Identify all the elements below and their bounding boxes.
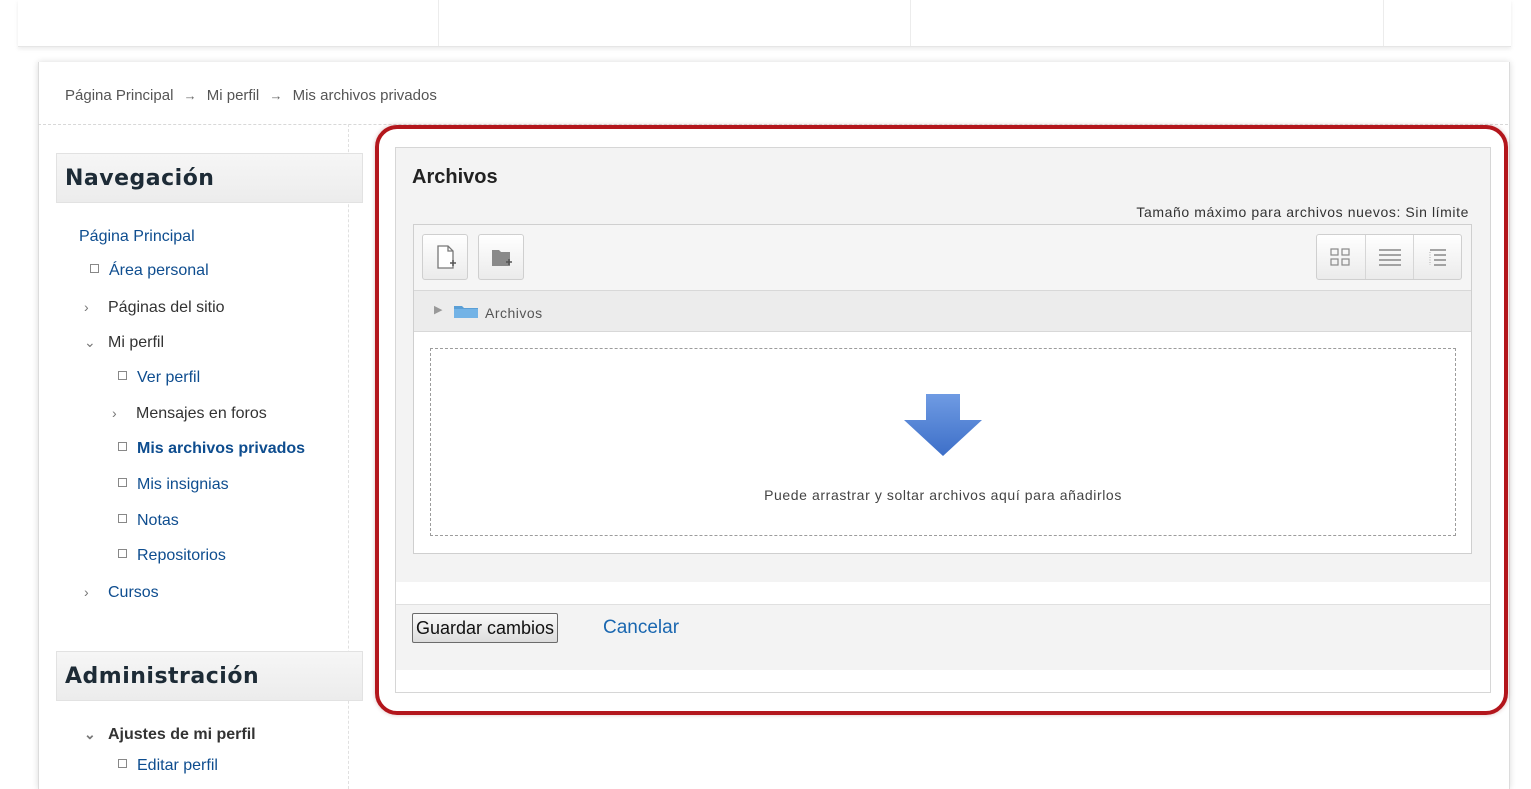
nav-item-label: Mi perfil — [108, 334, 165, 351]
nav-item-courses[interactable]: › Cursos — [84, 584, 159, 602]
bullet-icon — [118, 759, 127, 768]
nav-item-badges[interactable]: Mis insignias — [118, 476, 229, 494]
nav-item-label: Área personal — [109, 262, 209, 279]
chevron-right-icon[interactable]: › — [84, 299, 100, 315]
navigation-block-header: Navegación — [56, 153, 363, 203]
header-divider — [910, 0, 911, 46]
nav-item-label: Ajustes de mi perfil — [108, 726, 256, 743]
nav-item-private-files[interactable]: Mis archivos privados — [118, 440, 305, 458]
nav-item-label: Notas — [137, 512, 179, 529]
nav-item-dashboard[interactable]: Área personal — [90, 262, 209, 280]
nav-item-label: Mis insignias — [137, 476, 229, 493]
chevron-right-icon[interactable]: › — [112, 405, 128, 421]
chevron-right-icon[interactable]: › — [84, 584, 100, 600]
nav-item-label: Repositorios — [137, 547, 226, 564]
bullet-icon — [118, 442, 127, 451]
nav-item-home[interactable]: Página Principal — [79, 228, 195, 246]
nav-item-label: Mensajes en foros — [136, 405, 267, 422]
nav-item-edit-profile[interactable]: Editar perfil — [118, 757, 218, 775]
breadcrumb-separator: → — [269, 88, 283, 103]
nav-item-label: Cursos — [108, 584, 159, 601]
breadcrumb-separator: → — [183, 88, 197, 103]
nav-item-label: Ver perfil — [137, 369, 201, 386]
nav-item-label: Mis archivos privados — [137, 440, 306, 457]
administration-title: Administración — [65, 664, 260, 689]
bullet-icon — [118, 478, 127, 487]
nav-item-grades[interactable]: Notas — [118, 512, 179, 530]
nav-item-view-profile[interactable]: Ver perfil — [118, 369, 200, 387]
nav-item-label: Páginas del sitio — [108, 299, 225, 316]
nav-item-label: Editar perfil — [137, 757, 218, 774]
breadcrumb: Página Principal → Mi perfil → Mis archi… — [65, 87, 437, 104]
navigation-title: Navegación — [65, 166, 215, 191]
breadcrumb-home[interactable]: Página Principal — [65, 87, 173, 104]
highlight-annotation — [375, 125, 1508, 715]
administration-block-header: Administración — [56, 651, 363, 701]
nav-item-forum-posts[interactable]: › Mensajes en foros — [112, 405, 267, 423]
header-divider — [1383, 0, 1384, 46]
top-header-strip — [18, 0, 1511, 47]
bullet-icon — [118, 549, 127, 558]
breadcrumb-profile[interactable]: Mi perfil — [207, 87, 260, 104]
bullet-icon — [118, 514, 127, 523]
bullet-icon — [90, 264, 99, 273]
nav-item-repositories[interactable]: Repositorios — [118, 547, 226, 565]
nav-item-my-profile[interactable]: ⌄ Mi perfil — [84, 334, 164, 352]
chevron-down-icon[interactable]: ⌄ — [84, 334, 100, 351]
breadcrumb-current[interactable]: Mis archivos privados — [293, 87, 437, 104]
nav-item-profile-settings[interactable]: ⌄ Ajustes de mi perfil — [84, 726, 256, 744]
nav-item-label: Página Principal — [79, 228, 195, 245]
header-divider — [438, 0, 439, 46]
nav-item-site-pages[interactable]: › Páginas del sitio — [84, 299, 225, 317]
bullet-icon — [118, 371, 127, 380]
chevron-down-icon[interactable]: ⌄ — [84, 726, 100, 743]
